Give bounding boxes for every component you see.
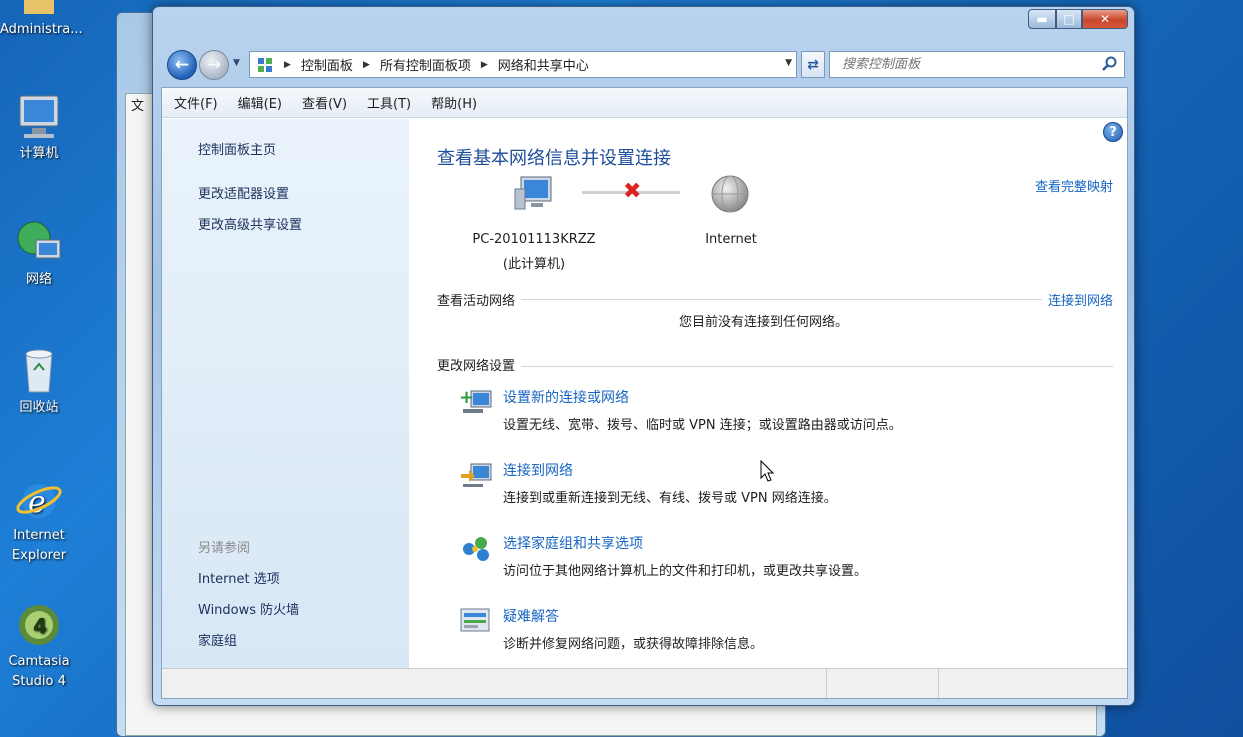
troubleshoot-link[interactable]: 疑难解答 xyxy=(503,606,559,626)
breadcrumb-arrow-icon[interactable]: ▶ xyxy=(284,60,291,70)
refresh-button[interactable]: ⇄ xyxy=(801,51,825,78)
menu-file[interactable]: 文件(F) xyxy=(174,93,218,112)
menu-tools[interactable]: 工具(T) xyxy=(367,93,411,112)
desktop-icon-admin[interactable]: Administra... xyxy=(0,0,83,40)
back-button[interactable]: ← xyxy=(167,50,197,80)
status-divider xyxy=(938,669,939,698)
mouse-cursor-icon xyxy=(760,459,775,486)
main-content: ? 查看基本网络信息并设置连接 查看完整映射 ✖ PC-20101113KRZZ… xyxy=(409,119,1127,670)
troubleshoot-desc: 诊断并修复网络问题，或获得故障排除信息。 xyxy=(503,637,764,652)
desktop-icon-ie[interactable]: e Internet Explorer xyxy=(0,474,78,566)
menu-view[interactable]: 查看(V) xyxy=(302,93,347,112)
background-window-menu[interactable]: 文 xyxy=(131,95,144,114)
recycle-bin-icon xyxy=(14,346,64,396)
close-button[interactable]: ✕ xyxy=(1082,9,1128,29)
desktop-icon-label: Camtasia Studio 4 xyxy=(8,654,70,689)
caption-buttons: ▬ □ ✕ xyxy=(1028,9,1128,29)
homegroup-link[interactable]: 家庭组 xyxy=(198,630,237,649)
windows-firewall-link[interactable]: Windows 防火墙 xyxy=(198,599,299,618)
computer-name: PC-20101113KRZZ xyxy=(472,232,596,247)
troubleshoot-icon xyxy=(459,606,493,640)
control-panel-icon xyxy=(256,56,278,74)
left-task-pane: 控制面板主页 更改适配器设置 更改高级共享设置 另请参阅 Internet 选项… xyxy=(162,119,409,670)
address-bar[interactable]: ▶ 控制面板 ▶ 所有控制面板项 ▶ 网络和共享中心 ▼ xyxy=(249,51,797,78)
change-adapter-settings-link[interactable]: 更改适配器设置 xyxy=(198,183,289,202)
address-dropdown-icon[interactable]: ▼ xyxy=(785,58,792,68)
connect-network-desc: 连接到或重新连接到无线、有线、拨号或 VPN 网络连接。 xyxy=(503,491,837,506)
internet-label: Internet xyxy=(705,232,757,247)
computer-icon[interactable] xyxy=(513,175,557,217)
view-full-map-link[interactable]: 查看完整映射 xyxy=(1035,176,1113,195)
window-client-area: 文件(F) 编辑(E) 查看(V) 工具(T) 帮助(H) 控制面板主页 更改适… xyxy=(161,87,1128,699)
status-divider xyxy=(826,669,827,698)
help-icon[interactable]: ? xyxy=(1103,122,1123,142)
desktop-icon-label: Internet Explorer xyxy=(11,528,67,563)
desktop-icon-label: 计算机 xyxy=(19,146,59,161)
internet-globe-icon[interactable] xyxy=(710,174,750,218)
divider xyxy=(437,299,1113,300)
forward-button[interactable]: → xyxy=(199,50,229,80)
search-box[interactable] xyxy=(829,51,1125,78)
maximize-icon: □ xyxy=(1063,12,1075,26)
camtasia-icon: 4 xyxy=(14,600,64,650)
user-folder-icon xyxy=(14,0,64,18)
desktop-icon-network[interactable]: 网络 xyxy=(0,218,78,290)
back-arrow-icon: ← xyxy=(174,55,190,75)
navigation-bar: ← → ▼ ▶ 控制面板 ▶ 所有控制面板项 ▶ 网络和共享中心 ▼ ⇄ xyxy=(163,49,1126,81)
page-title: 查看基本网络信息并设置连接 xyxy=(437,148,671,169)
breadcrumb-arrow-icon[interactable]: ▶ xyxy=(481,60,488,70)
desktop-icon-label: 网络 xyxy=(25,272,52,287)
desktop-icon-recycle[interactable]: 回收站 xyxy=(0,346,78,418)
setup-connection-desc: 设置无线、宽带、拨号、临时或 VPN 连接；或设置路由器或访问点。 xyxy=(503,418,902,433)
disconnected-x-icon[interactable]: ✖ xyxy=(623,179,641,204)
breadcrumb-control-panel[interactable]: 控制面板 xyxy=(301,55,353,74)
connect-network-link[interactable]: 连接到网络 xyxy=(503,460,573,480)
divider xyxy=(437,366,1113,367)
connect-network-icon xyxy=(459,460,493,494)
svg-text:+: + xyxy=(459,387,474,408)
maximize-button[interactable]: □ xyxy=(1056,9,1082,29)
status-bar xyxy=(162,668,1127,698)
homegroup-sharing-desc: 访问位于其他网络计算机上的文件和打印机，或更改共享设置。 xyxy=(503,564,868,579)
menu-edit[interactable]: 编辑(E) xyxy=(238,93,282,112)
recent-pages-dropdown[interactable]: ▼ xyxy=(233,58,240,68)
refresh-icon: ⇄ xyxy=(807,56,819,73)
breadcrumb-network-sharing[interactable]: 网络和共享中心 xyxy=(498,55,589,74)
no-network-status: 您目前没有连接到任何网络。 xyxy=(679,315,849,330)
desktop-icon-label: 回收站 xyxy=(19,400,59,415)
desktop-icon-camtasia[interactable]: 4 Camtasia Studio 4 xyxy=(0,600,78,692)
search-input[interactable] xyxy=(840,56,1090,73)
control-panel-home-link[interactable]: 控制面板主页 xyxy=(198,139,276,158)
menu-bar: 文件(F) 编辑(E) 查看(V) 工具(T) 帮助(H) xyxy=(162,88,1127,118)
homegroup-sharing-link[interactable]: 选择家庭组和共享选项 xyxy=(503,533,643,553)
svg-text:4: 4 xyxy=(33,614,47,638)
active-networks-label: 查看活动网络 xyxy=(437,290,522,309)
search-icon[interactable] xyxy=(1102,56,1118,76)
breadcrumb-all-items[interactable]: 所有控制面板项 xyxy=(380,55,471,74)
setup-connection-link[interactable]: 设置新的连接或网络 xyxy=(503,387,629,407)
homegroup-icon xyxy=(459,533,493,567)
connect-to-network-link[interactable]: 连接到网络 xyxy=(1041,290,1113,309)
minimize-icon: ▬ xyxy=(1036,12,1048,26)
network-icon xyxy=(14,218,64,268)
change-settings-label: 更改网络设置 xyxy=(437,355,522,374)
network-setup-icon: + xyxy=(459,387,493,421)
network-sharing-center-window[interactable]: ▬ □ ✕ ← → ▼ ▶ 控制面板 ▶ 所有控制面板项 ▶ 网络和共享中心 ▼… xyxy=(152,6,1135,706)
computer-icon xyxy=(14,92,64,142)
close-icon: ✕ xyxy=(1099,12,1111,26)
desktop-icon-label: Administra... xyxy=(0,22,83,37)
computer-subtitle: (此计算机) xyxy=(502,257,566,272)
change-advanced-sharing-link[interactable]: 更改高级共享设置 xyxy=(198,214,302,233)
see-also-heading: 另请参阅 xyxy=(198,541,251,556)
minimize-button[interactable]: ▬ xyxy=(1028,9,1056,29)
menu-help[interactable]: 帮助(H) xyxy=(431,93,477,112)
desktop-icon-computer[interactable]: 计算机 xyxy=(0,92,78,164)
internet-options-link[interactable]: Internet 选项 xyxy=(198,568,280,587)
forward-arrow-icon: → xyxy=(206,55,222,75)
breadcrumb: ▶ 控制面板 ▶ 所有控制面板项 ▶ 网络和共享中心 xyxy=(284,55,589,74)
internet-explorer-icon: e xyxy=(14,474,64,524)
breadcrumb-arrow-icon[interactable]: ▶ xyxy=(363,60,370,70)
